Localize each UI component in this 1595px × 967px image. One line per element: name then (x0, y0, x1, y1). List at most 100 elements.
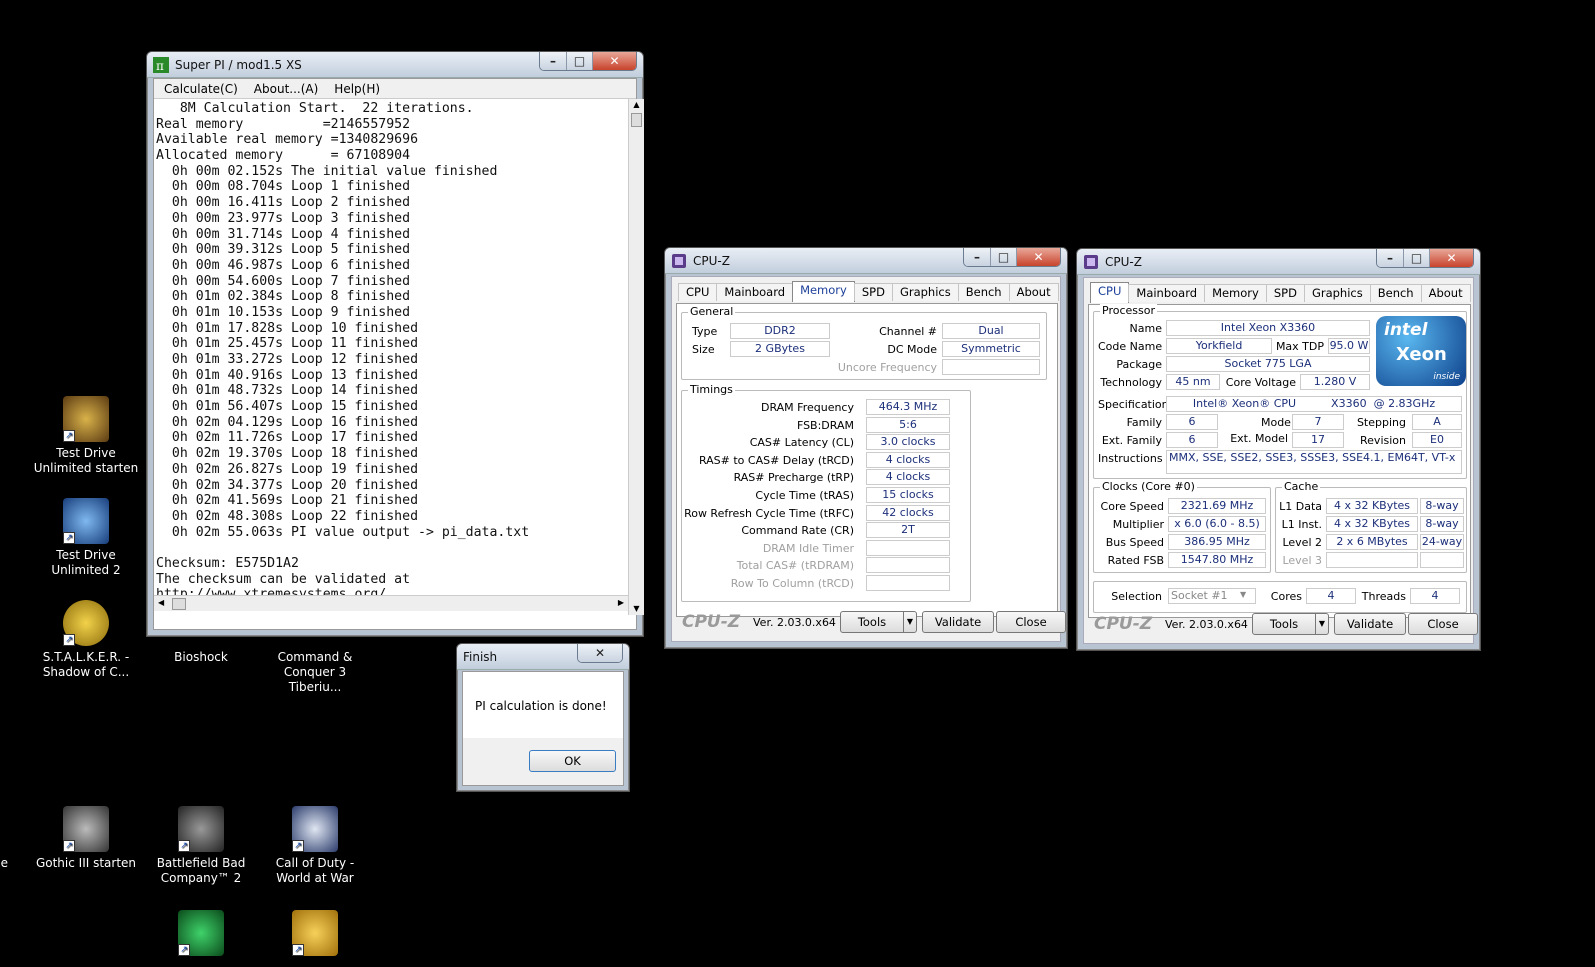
output-line: 0h 01m 02.384s Loop 8 finished (156, 289, 411, 305)
output-line: 0h 01m 33.272s Loop 12 finished (156, 352, 419, 367)
timing-value: 42 clocks (866, 504, 950, 521)
timings-group: Timings DRAM Frequency 464.3 MHz FSB:DRAM 5… (681, 383, 971, 602)
desktop-icon-gothic-3[interactable]: ↗ Gothic III starten (28, 806, 144, 871)
ok-button[interactable]: OK (529, 750, 616, 772)
tab-mainboard[interactable]: Mainboard (716, 283, 794, 301)
desktop-icon-stalker[interactable]: ↗ S.T.A.L.K.E.R. - Shadow of C... (28, 600, 144, 680)
type-value: DDR2 (730, 323, 830, 339)
chevron-down-icon[interactable]: ▼ (1240, 590, 1246, 599)
tab-graphics[interactable]: Graphics (1303, 284, 1371, 302)
scroll-up-icon[interactable]: ▲ (629, 99, 644, 111)
hscroll-thumb[interactable] (172, 598, 186, 610)
desktop-icon-test-drive-unlimited[interactable]: ↗ Test Drive Unlimited starten (28, 396, 144, 476)
shortcut-arrow-icon: ↗ (63, 840, 75, 852)
scroll-thumb[interactable] (631, 113, 642, 127)
tab-about[interactable]: About (1420, 284, 1471, 302)
close-app-button[interactable]: Close (996, 611, 1066, 633)
bus-speed-value: 386.95 MHz (1168, 534, 1266, 550)
shortcut-arrow-icon: ↗ (178, 944, 190, 956)
tab-bench[interactable]: Bench (1369, 284, 1422, 302)
type-label: Type (692, 325, 718, 338)
tools-button[interactable]: Tools (1252, 613, 1316, 635)
channel-value: Dual (942, 323, 1040, 339)
tab-bench[interactable]: Bench (957, 283, 1010, 301)
cpuz-titlebar[interactable]: CPU-Z – □ ✕ (1077, 249, 1480, 275)
validate-button[interactable]: Validate (922, 611, 994, 633)
close-button[interactable]: ✕ (1429, 249, 1473, 267)
test-drive-unlimited-2-icon: ↗ (63, 498, 109, 544)
validate-button[interactable]: Validate (1334, 613, 1406, 635)
tab-cpu[interactable]: CPU (678, 283, 718, 301)
maximize-button[interactable]: □ (1403, 249, 1429, 267)
processor-group: Processor Name Intel Xeon X3360 Code Nam… (1093, 304, 1467, 479)
window-controls: – □ ✕ (539, 52, 637, 71)
output-line: 0h 00m 46.987s Loop 6 finished (156, 257, 411, 273)
tab-spd[interactable]: SPD (853, 283, 893, 301)
close-app-button[interactable]: Close (1408, 613, 1478, 635)
menu-help[interactable]: Help(H) (334, 82, 380, 96)
desktop-icon-test-drive-unlimited-2[interactable]: ↗ Test Drive Unlimited 2 (28, 498, 144, 578)
desktop-icon-label: S.T.A.L.K.E.R. - Shadow of C... (42, 650, 130, 679)
tools-dropdown-arrow-icon[interactable]: ▼ (903, 611, 917, 633)
timing-label: RAS# to CAS# Delay (tRCD) (698, 453, 854, 467)
maximize-button[interactable]: □ (990, 248, 1016, 266)
close-button[interactable]: ✕ (592, 52, 636, 70)
scroll-right-icon[interactable]: ▶ (618, 598, 624, 607)
tab-spd[interactable]: SPD (1265, 284, 1305, 302)
inside-text: inside (1433, 372, 1460, 382)
output-line: 0h 00m 39.312s Loop 5 finished (156, 242, 411, 258)
l1-inst-label: L1 Inst. (1281, 518, 1322, 531)
desktop-icon-label: Test Drive Unlimited 2 (51, 548, 121, 577)
timing-value: 2T (866, 522, 950, 539)
tab-memory[interactable]: Memory (1204, 284, 1267, 302)
tab-cpu[interactable]: CPU (1090, 282, 1130, 303)
cores-label: Cores (1270, 590, 1302, 603)
timing-value: 464.3 MHz (866, 399, 950, 415)
menu-about[interactable]: About...(A) (254, 82, 319, 96)
timing-label: Cycle Time (tRAS) (755, 489, 854, 502)
output-line: 0h 02m 48.308s Loop 22 finished (156, 508, 419, 524)
output-line: 0h 00m 31.714s Loop 4 finished (156, 226, 411, 242)
scroll-left-icon[interactable]: ◀ (158, 598, 164, 607)
vertical-scrollbar[interactable]: ▲ ▼ (628, 99, 644, 615)
cpu-panel: Processor Name Intel Xeon X3360 Code Nam… (1088, 304, 1471, 618)
model-label: Model (1260, 416, 1294, 429)
tab-graphics[interactable]: Graphics (891, 283, 959, 301)
test-drive-unlimited-icon: ↗ (63, 396, 109, 442)
dc-mode-label: DC Mode (887, 343, 937, 356)
horizontal-scrollbar[interactable]: ◀ ▶ (154, 595, 628, 611)
technology-value: 45 nm (1166, 374, 1220, 390)
minimize-button[interactable]: – (540, 52, 566, 70)
desktop-icon-call-of-duty-waw[interactable]: ↗ Call of Duty - World at War (257, 806, 373, 886)
cpuz-app-icon (672, 254, 686, 268)
minimize-button[interactable]: – (1377, 249, 1403, 267)
close-button[interactable]: ✕ (578, 644, 622, 662)
package-label: Package (1116, 358, 1162, 371)
desktop-icon-bottom-1[interactable]: ↗ (143, 910, 259, 960)
tab-mainboard[interactable]: Mainboard (1128, 284, 1206, 302)
l1-inst-assoc: 8-way (1420, 516, 1464, 532)
timing-value: 15 clocks (866, 487, 950, 503)
tools-button[interactable]: Tools (840, 611, 904, 633)
menu-calculate[interactable]: Calculate(C) (164, 82, 238, 96)
scroll-down-icon[interactable]: ▼ (629, 603, 644, 615)
close-button[interactable]: ✕ (1016, 248, 1060, 266)
version-label: Ver. 2.03.0.x64 (1165, 618, 1248, 631)
tools-dropdown-arrow-icon[interactable]: ▼ (1315, 613, 1329, 635)
desktop-icon-partial-left[interactable]: e (0, 856, 8, 871)
minimize-button[interactable]: – (964, 248, 990, 266)
l1-data-assoc: 8-way (1420, 498, 1464, 514)
desktop-icon-bottom-2[interactable]: ↗ (257, 910, 373, 960)
finish-titlebar[interactable]: Finish ✕ (457, 644, 629, 670)
tab-about[interactable]: About (1008, 283, 1059, 301)
timing-label: CAS# Latency (CL) (749, 436, 854, 450)
rated-fsb-value: 1547.80 MHz (1168, 552, 1266, 568)
superpi-titlebar[interactable]: π Super PI / mod1.5 XS – □ ✕ (147, 52, 643, 78)
timing-label: Row To Column (tRCD) (730, 577, 854, 590)
tab-memory[interactable]: Memory (792, 281, 855, 302)
maximize-button[interactable]: □ (566, 52, 592, 70)
desktop-icon-battlefield-bc2[interactable]: ↗ Battlefield Bad Company™ 2 (143, 806, 259, 886)
cpuz-titlebar[interactable]: CPU-Z – □ ✕ (665, 248, 1067, 274)
window-title: CPU-Z (1105, 255, 1142, 269)
call-of-duty-star-icon: ↗ (292, 806, 338, 852)
